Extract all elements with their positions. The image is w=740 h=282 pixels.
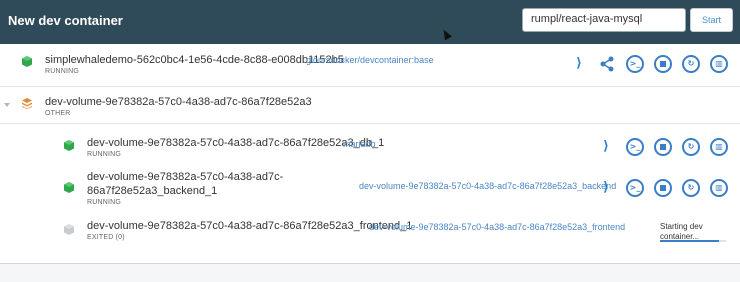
container-name: dev-volume-9e78382a-57c0-4a38-ad7c-86a7f…: [87, 137, 385, 149]
share-icon[interactable]: [599, 56, 615, 72]
container-row[interactable]: dev-volume-9e78382a-57c0-4a38-ad7c-86a7f…: [0, 164, 740, 210]
container-image-link[interactable]: dev-volume-9e78382a-57c0-4a38-ad7c-86a7f…: [359, 181, 616, 191]
container-running-icon: [22, 56, 32, 67]
container-status: RUNNING: [45, 68, 80, 75]
vscode-icon[interactable]: ⟩: [599, 140, 613, 154]
container-status: RUNNING: [87, 151, 122, 158]
stop-icon[interactable]: [654, 179, 672, 197]
container-name: dev-volume-9e78382a-57c0-4a38-ad7c-86a7f…: [87, 220, 413, 232]
container-name: dev-volume-9e78382a-57c0-4a38-ad7c-86a7f…: [87, 171, 284, 197]
container-status: RUNNING: [87, 199, 122, 206]
container-list: simplewhaledemo-562c0bc4-1e56-4cde-8c88-…: [0, 44, 740, 264]
vscode-icon[interactable]: ⟩: [599, 181, 613, 195]
restart-icon[interactable]: ↻: [682, 55, 700, 73]
container-running-icon: [64, 182, 74, 193]
chevron-down-icon[interactable]: [4, 103, 10, 107]
container-image-link[interactable]: dev-volume-9e78382a-57c0-4a38-ad7c-86a7f…: [369, 222, 625, 232]
delete-icon[interactable]: ▥: [710, 55, 728, 73]
container-running-icon: [64, 140, 74, 151]
stack-status: OTHER: [45, 110, 71, 117]
cli-icon[interactable]: >_: [626, 55, 644, 73]
stop-icon[interactable]: [654, 55, 672, 73]
container-image-link[interactable]: mariadb: [343, 139, 376, 149]
container-name: simplewhaledemo-562c0bc4-1e56-4cde-8c88-…: [45, 54, 344, 66]
stack-name: dev-volume-9e78382a-57c0-4a38-ad7c-86a7f…: [45, 96, 312, 108]
container-row[interactable]: dev-volume-9e78382a-57c0-4a38-ad7c-86a7f…: [0, 124, 740, 164]
stop-icon[interactable]: [654, 138, 672, 156]
delete-icon[interactable]: ▥: [710, 138, 728, 156]
cli-icon[interactable]: >_: [626, 179, 644, 197]
page-title: New dev container: [8, 13, 123, 28]
repository-input[interactable]: rumpl/react-java-mysql: [522, 8, 686, 32]
cli-icon[interactable]: >_: [626, 138, 644, 156]
mouse-cursor-icon: [440, 27, 452, 41]
progress-label: Starting dev container...: [660, 222, 703, 241]
start-button[interactable]: Start: [690, 8, 733, 32]
restart-icon[interactable]: ↻: [682, 179, 700, 197]
container-row[interactable]: dev-volume-9e78382a-57c0-4a38-ad7c-86a7f…: [0, 210, 740, 250]
container-status: EXITED (0): [87, 234, 125, 241]
progress-bar: [660, 240, 726, 242]
container-image-link[interactable]: gloursdocker/devcontainer:base: [306, 55, 434, 65]
delete-icon[interactable]: ▥: [710, 179, 728, 197]
container-row[interactable]: simplewhaledemo-562c0bc4-1e56-4cde-8c88-…: [0, 44, 740, 86]
progress-bar-fill: [660, 240, 720, 242]
vscode-icon[interactable]: ⟩: [572, 57, 586, 71]
restart-icon[interactable]: ↻: [682, 138, 700, 156]
compose-stack-icon: [22, 98, 32, 109]
header-bar: New dev container rumpl/react-java-mysql…: [0, 0, 740, 44]
container-stopped-icon: [64, 224, 74, 235]
compose-stack-row[interactable]: dev-volume-9e78382a-57c0-4a38-ad7c-86a7f…: [0, 87, 740, 123]
